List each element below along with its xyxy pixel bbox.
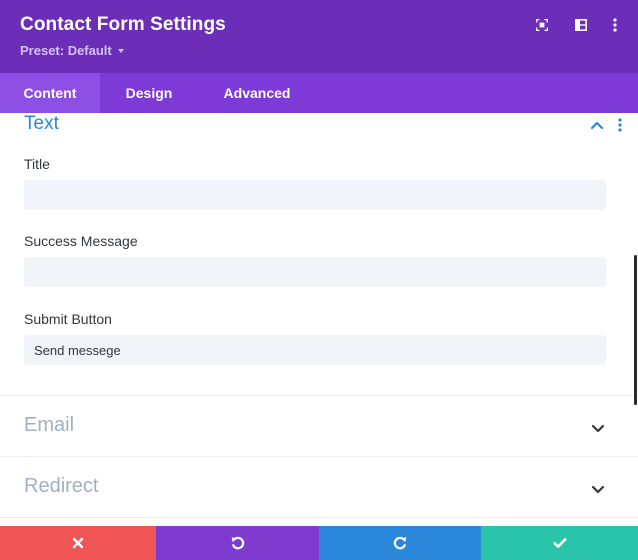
split-view-icon[interactable] <box>572 16 590 34</box>
modal-title: Contact Form Settings <box>20 14 226 35</box>
section-redirect-title[interactable]: Redirect <box>24 475 98 498</box>
submit-button-input[interactable] <box>24 335 606 365</box>
undo-button[interactable] <box>156 526 319 560</box>
preset-label: Preset: Default <box>20 43 112 58</box>
title-field-label: Title <box>24 156 50 172</box>
check-icon <box>552 538 566 548</box>
caret-down-icon <box>117 49 124 53</box>
section-divider <box>0 395 638 396</box>
settings-panel: Text Title Success Message Submit Button… <box>0 113 638 526</box>
chevron-up-icon[interactable] <box>590 118 604 130</box>
section-email-title[interactable]: Email <box>24 414 74 437</box>
modal-footer <box>0 526 638 560</box>
chevron-down-icon[interactable] <box>591 482 605 494</box>
panel-scrollbar[interactable] <box>634 255 637 405</box>
success-message-label: Success Message <box>24 233 138 249</box>
save-button[interactable] <box>481 526 638 560</box>
fullscreen-icon[interactable] <box>533 16 551 34</box>
section-divider <box>0 456 638 457</box>
modal-header: Contact Form Settings Preset: Default <box>0 0 638 73</box>
undo-icon <box>231 536 244 550</box>
chevron-down-icon[interactable] <box>591 421 605 433</box>
section-text-title[interactable]: Text <box>24 113 59 135</box>
tab-design[interactable]: Design <box>100 73 198 113</box>
title-input[interactable] <box>24 180 606 210</box>
section-options-icon[interactable] <box>616 117 624 133</box>
cancel-button[interactable] <box>0 526 156 560</box>
success-message-input[interactable] <box>24 257 606 287</box>
redo-button[interactable] <box>319 526 481 560</box>
submit-button-label: Submit Button <box>24 311 112 327</box>
tab-content[interactable]: Content <box>0 73 100 113</box>
settings-tabs: Content Design Advanced <box>0 73 638 113</box>
close-icon <box>72 537 84 549</box>
section-divider <box>0 517 638 518</box>
tab-advanced[interactable]: Advanced <box>198 73 316 113</box>
preset-dropdown[interactable]: Preset: Default <box>20 43 124 58</box>
redo-icon <box>393 536 407 550</box>
more-options-icon[interactable] <box>606 16 624 34</box>
